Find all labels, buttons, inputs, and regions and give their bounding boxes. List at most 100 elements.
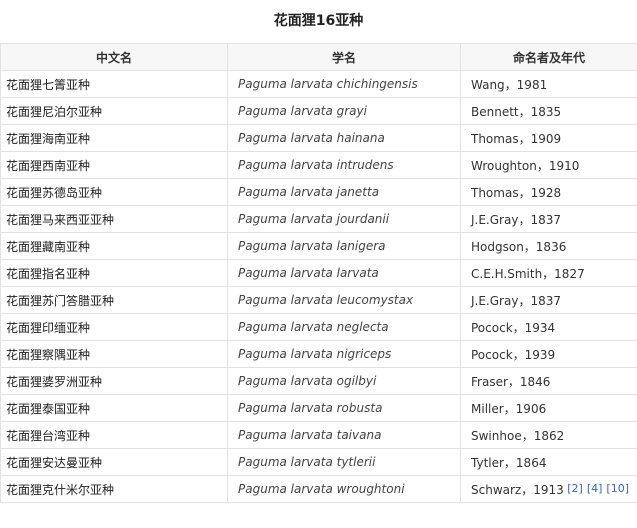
cell-text: 花面狸藏南亚种 bbox=[6, 239, 91, 254]
scientific-name-cell: Paguma larvata intrudens bbox=[227, 151, 461, 179]
cell-text: Wroughton，1910 bbox=[471, 158, 580, 173]
table-row: 花面狸泰国亚种 Paguma larvata robusta Miller，1906 bbox=[0, 394, 637, 422]
scientific-name-cell: Paguma larvata hainana bbox=[227, 124, 461, 152]
header-row: 中文名 学名 命名者及年代 bbox=[0, 43, 637, 71]
chinese-name-cell: 花面狸七箐亚种 bbox=[0, 70, 228, 98]
table-row: 花面狸印缅亚种 Paguma larvata neglecta Pocock，193… bbox=[0, 313, 637, 341]
cell-text: Swinhoe，1862 bbox=[471, 428, 565, 443]
table-row: 花面狸婆罗洲亚种 Paguma larvata ogilbyi Fraser，184… bbox=[0, 367, 637, 395]
author-year-cell: Pocock，1939 bbox=[460, 340, 637, 368]
table-row: 花面狸察隅亚种 Paguma larvata nigriceps Pocock，19… bbox=[0, 340, 637, 368]
cell-text: Tytler，1864 bbox=[471, 455, 547, 470]
author-year-cell: Thomas，1928 bbox=[460, 178, 637, 206]
cell-text: Paguma larvata nigriceps bbox=[238, 347, 392, 361]
chinese-name-cell: 花面狸西南亚种 bbox=[0, 151, 228, 179]
chinese-name-cell: 花面狸苏德岛亚种 bbox=[0, 178, 228, 206]
cell-text: J.E.Gray，1837 bbox=[471, 293, 561, 308]
chinese-name-cell: 花面狸苏门答腊亚种 bbox=[0, 286, 228, 314]
cell-text: 花面狸海南亚种 bbox=[6, 131, 91, 146]
chinese-name-cell: 花面狸察隅亚种 bbox=[0, 340, 228, 368]
cell-text: 花面狸安达曼亚种 bbox=[6, 455, 103, 470]
author-year-cell: Swinhoe，1862 bbox=[460, 421, 637, 449]
cell-text: 花面狸指名亚种 bbox=[6, 266, 91, 281]
author-year-cell: Tytler，1864 bbox=[460, 448, 637, 476]
author-year-cell: Wroughton，1910 bbox=[460, 151, 637, 179]
scientific-name-cell: Paguma larvata ogilbyi bbox=[227, 367, 461, 395]
chinese-name-cell: 花面狸克什米尔亚种 bbox=[0, 475, 228, 503]
table-body: 花面狸七箐亚种 Paguma larvata chichingensis Wang，… bbox=[0, 70, 637, 503]
cell-text: Paguma larvata ogilbyi bbox=[238, 374, 377, 388]
cell-text: Pocock，1939 bbox=[471, 347, 556, 362]
chinese-name-cell: 花面狸安达曼亚种 bbox=[0, 448, 228, 476]
table-row: 花面狸台湾亚种 Paguma larvata taivana Swinhoe，186… bbox=[0, 421, 637, 449]
scientific-name-cell: Paguma larvata larvata bbox=[227, 259, 461, 287]
cell-text: Paguma larvata wroughtoni bbox=[238, 482, 405, 496]
cell-text: Paguma larvata taivana bbox=[238, 428, 382, 442]
cell-text: Schwarz，1913 bbox=[471, 482, 564, 497]
author-year-cell: C.E.H.Smith，1827 bbox=[460, 259, 637, 287]
reference-link[interactable]: [4] bbox=[587, 482, 603, 495]
cell-text: Paguma larvata leucomystax bbox=[238, 293, 414, 307]
chinese-name-cell: 花面狸藏南亚种 bbox=[0, 232, 228, 260]
scientific-name-cell: Paguma larvata grayi bbox=[227, 97, 461, 125]
cell-text: 花面狸台湾亚种 bbox=[6, 428, 91, 443]
table-row: 花面狸马来西亚亚种 Paguma larvata jourdanii J.E.Gra… bbox=[0, 205, 637, 233]
table-row: 花面狸指名亚种 Paguma larvata larvata C.E.H.Smith… bbox=[0, 259, 637, 287]
cell-text: 花面狸婆罗洲亚种 bbox=[6, 374, 103, 389]
author-year-cell: [2] [4] [10] Schwarz，1913 bbox=[460, 475, 637, 503]
chinese-name-cell: 花面狸台湾亚种 bbox=[0, 421, 228, 449]
header-scientific-name: 学名 bbox=[227, 43, 461, 71]
table-row: 花面狸藏南亚种 Paguma larvata lanigera Hodgson，18… bbox=[0, 232, 637, 260]
author-year-cell: Fraser，1846 bbox=[460, 367, 637, 395]
scientific-name-cell: Paguma larvata nigriceps bbox=[227, 340, 461, 368]
cell-text: 花面狸苏德岛亚种 bbox=[6, 185, 103, 200]
table-title: 花面狸16亚种 bbox=[273, 13, 364, 29]
cell-text: Paguma larvata neglecta bbox=[238, 320, 389, 334]
table-row: 花面狸安达曼亚种 Paguma larvata tytlerii Tytler，18… bbox=[0, 448, 637, 476]
cell-text: Hodgson，1836 bbox=[471, 239, 567, 254]
chinese-name-cell: 花面狸指名亚种 bbox=[0, 259, 228, 287]
cell-text: 花面狸西南亚种 bbox=[6, 158, 91, 173]
author-year-cell: J.E.Gray，1837 bbox=[460, 286, 637, 314]
author-year-cell: Wang，1981 bbox=[460, 70, 637, 98]
cell-text: Fraser，1846 bbox=[471, 374, 551, 389]
scientific-name-cell: Paguma larvata tytlerii bbox=[227, 448, 461, 476]
chinese-name-cell: 花面狸泰国亚种 bbox=[0, 394, 228, 422]
cell-text: 花面狸察隅亚种 bbox=[6, 347, 91, 362]
scientific-name-cell: Paguma larvata janetta bbox=[227, 178, 461, 206]
cell-text: 花面狸尼泊尔亚种 bbox=[6, 104, 103, 119]
author-year-cell: Hodgson，1836 bbox=[460, 232, 637, 260]
table-row: 花面狸苏德岛亚种 Paguma larvata janetta Thomas，192… bbox=[0, 178, 637, 206]
scientific-name-cell: Paguma larvata lanigera bbox=[227, 232, 461, 260]
cell-text: Paguma larvata lanigera bbox=[238, 239, 386, 253]
scientific-name-cell: Paguma larvata robusta bbox=[227, 394, 461, 422]
cell-text: Paguma larvata janetta bbox=[238, 185, 380, 199]
chinese-name-cell: 花面狸印缅亚种 bbox=[0, 313, 228, 341]
chinese-name-cell: 花面狸婆罗洲亚种 bbox=[0, 367, 228, 395]
table-row: 花面狸七箐亚种 Paguma larvata chichingensis Wang，… bbox=[0, 70, 637, 98]
cell-text: Wang，1981 bbox=[471, 77, 548, 92]
author-year-cell: Miller，1906 bbox=[460, 394, 637, 422]
cell-text: Paguma larvata jourdanii bbox=[238, 212, 390, 226]
scientific-name-cell: Paguma larvata taivana bbox=[227, 421, 461, 449]
header-author-year: 命名者及年代 bbox=[460, 43, 637, 71]
cell-text: Paguma larvata chichingensis bbox=[238, 77, 418, 91]
author-year-cell: J.E.Gray，1837 bbox=[460, 205, 637, 233]
cell-text: 花面狸马来西亚亚种 bbox=[6, 212, 115, 227]
cell-text: 花面狸泰国亚种 bbox=[6, 401, 91, 416]
table-row: 花面狸克什米尔亚种 Paguma larvata wroughtoni [2] [4]… bbox=[0, 475, 637, 503]
cell-text: Thomas，1928 bbox=[471, 185, 562, 200]
header-chinese-name: 中文名 bbox=[0, 43, 228, 71]
table-row: 花面狸海南亚种 Paguma larvata hainana Thomas，1909 bbox=[0, 124, 637, 152]
cell-text: Paguma larvata tytlerii bbox=[238, 455, 376, 469]
cell-text: Thomas，1909 bbox=[471, 131, 562, 146]
reference-link[interactable]: [10] bbox=[606, 482, 629, 495]
cell-text: Pocock，1934 bbox=[471, 320, 556, 335]
cell-text: 花面狸七箐亚种 bbox=[6, 77, 91, 92]
cell-text: Miller，1906 bbox=[471, 401, 547, 416]
author-year-cell: Thomas，1909 bbox=[460, 124, 637, 152]
cell-text: Paguma larvata robusta bbox=[238, 401, 383, 415]
page: 花面狸16亚种 中文名 学名 命名者及年代 花面狸七箐亚种 Paguma larv… bbox=[0, 0, 637, 528]
reference-link[interactable]: [2] bbox=[567, 482, 583, 495]
cell-text: Paguma larvata hainana bbox=[238, 131, 385, 145]
